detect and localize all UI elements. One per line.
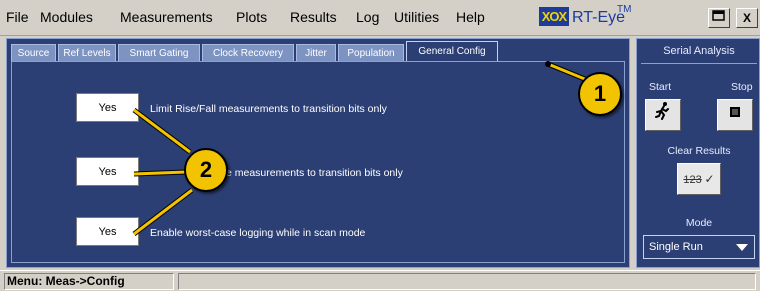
menu-log[interactable]: Log <box>356 9 379 25</box>
mode-value: Single Run <box>649 241 703 253</box>
mode-label: Mode <box>685 217 713 229</box>
stop-label: Stop <box>731 81 753 93</box>
mode-select[interactable]: Single Run <box>643 235 755 259</box>
logo-trademark: TM <box>617 4 632 15</box>
menu-bar: File Modules Measurements Plots Results … <box>0 0 760 36</box>
chevron-down-icon <box>736 244 748 251</box>
worst-case-logging-label: Enable worst-case logging while in scan … <box>150 227 366 239</box>
stop-square-icon <box>728 106 742 123</box>
worst-case-logging-toggle[interactable]: Yes <box>76 217 139 246</box>
menu-modules[interactable]: Modules <box>40 9 93 25</box>
eraser-stroke-icon: ✓ <box>704 172 715 186</box>
start-button[interactable] <box>645 99 681 131</box>
transition-bits-label: e measurements to transition bits only <box>226 167 403 179</box>
serial-analysis-panel: Serial Analysis Start Stop Clear Results… <box>636 38 760 268</box>
runner-icon <box>653 102 673 124</box>
menu-results[interactable]: Results <box>290 9 337 25</box>
limit-rise-fall-label: Limit Rise/Fall measurements to transiti… <box>150 103 387 115</box>
tab-general-config[interactable]: General Config <box>406 41 498 62</box>
close-icon[interactable]: X <box>736 8 758 28</box>
serial-analysis-title: Serial Analysis <box>663 45 735 57</box>
menu-path-status: Menu: Meas->Config <box>4 273 174 290</box>
limit-rise-fall-toggle[interactable]: Yes <box>76 93 139 122</box>
stop-button[interactable] <box>717 99 753 131</box>
tab-jitter[interactable]: Jitter <box>296 44 336 61</box>
general-config-content: Yes Limit Rise/Fall measurements to tran… <box>11 61 625 263</box>
clear-results-label: Clear Results <box>667 145 731 157</box>
tab-source[interactable]: Source <box>11 44 56 61</box>
side-divider <box>641 63 757 64</box>
status-message-area <box>178 273 756 290</box>
minimize-icon[interactable] <box>708 8 730 28</box>
logo-mark: XOX <box>539 7 569 26</box>
clear-results-counter: 123 <box>683 174 702 186</box>
transition-bits-toggle[interactable]: Yes <box>76 157 139 186</box>
rt-eye-logo: XOX RT-Eye TM <box>539 4 631 32</box>
measurement-config-panel: Source Ref Levels Smart Gating Clock Rec… <box>6 38 630 268</box>
menu-measurements[interactable]: Measurements <box>120 9 213 25</box>
tab-clock-recovery[interactable]: Clock Recovery <box>202 44 294 61</box>
menu-utilities[interactable]: Utilities <box>394 9 439 25</box>
callout-2: 2 <box>184 148 228 192</box>
tab-smart-gating[interactable]: Smart Gating <box>118 44 200 61</box>
menu-plots[interactable]: Plots <box>236 9 267 25</box>
menu-help[interactable]: Help <box>456 9 485 25</box>
status-bar: Menu: Meas->Config <box>0 270 760 291</box>
start-label: Start <box>649 81 672 93</box>
callout-1: 1 <box>578 72 622 116</box>
tab-population[interactable]: Population <box>338 44 404 61</box>
menu-file[interactable]: File <box>6 9 29 25</box>
clear-results-button[interactable]: 123 ✓ <box>677 163 721 195</box>
tab-ref-levels[interactable]: Ref Levels <box>58 44 116 61</box>
